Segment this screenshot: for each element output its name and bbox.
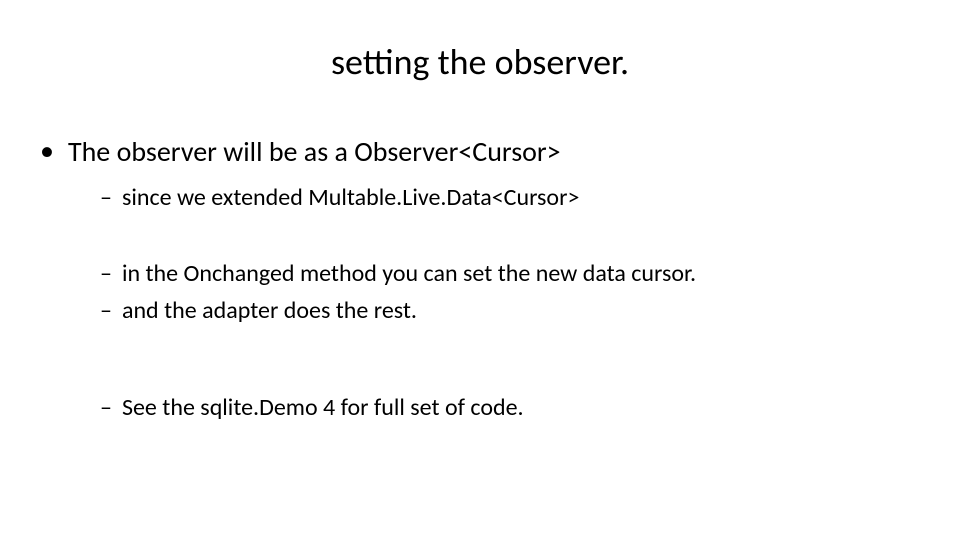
slide-title: setting the observer.	[20, 40, 940, 84]
sub-text-3: and the adapter does the rest.	[122, 295, 417, 326]
bullet-text-1: The observer will be as a Observer<Curso…	[68, 134, 561, 170]
sub-text-4: See the sqlite.Demo 4 for full set of co…	[122, 392, 524, 423]
dash-marker: –	[100, 295, 112, 326]
sub-text-2: in the Onchanged method you can set the …	[122, 258, 696, 289]
sub-bullet-item: – See the sqlite.Demo 4 for full set of …	[100, 392, 940, 423]
bullet-marker: •	[40, 134, 54, 168]
spacer	[100, 220, 940, 258]
bullet-level-1: • The observer will be as a Observer<Cur…	[40, 134, 940, 170]
sub-list: – since we extended Multable.Live.Data<C…	[40, 182, 940, 423]
sub-bullet-item: – and the adapter does the rest.	[100, 295, 940, 326]
dash-marker: –	[100, 392, 112, 423]
dash-marker: –	[100, 182, 112, 213]
dash-marker: –	[100, 258, 112, 289]
sub-bullet-item: – in the Onchanged method you can set th…	[100, 258, 940, 289]
spacer	[100, 332, 940, 392]
sub-text-1: since we extended Multable.Live.Data<Cur…	[122, 182, 579, 213]
slide-content: • The observer will be as a Observer<Cur…	[20, 134, 940, 423]
sub-bullet-item: – since we extended Multable.Live.Data<C…	[100, 182, 940, 213]
